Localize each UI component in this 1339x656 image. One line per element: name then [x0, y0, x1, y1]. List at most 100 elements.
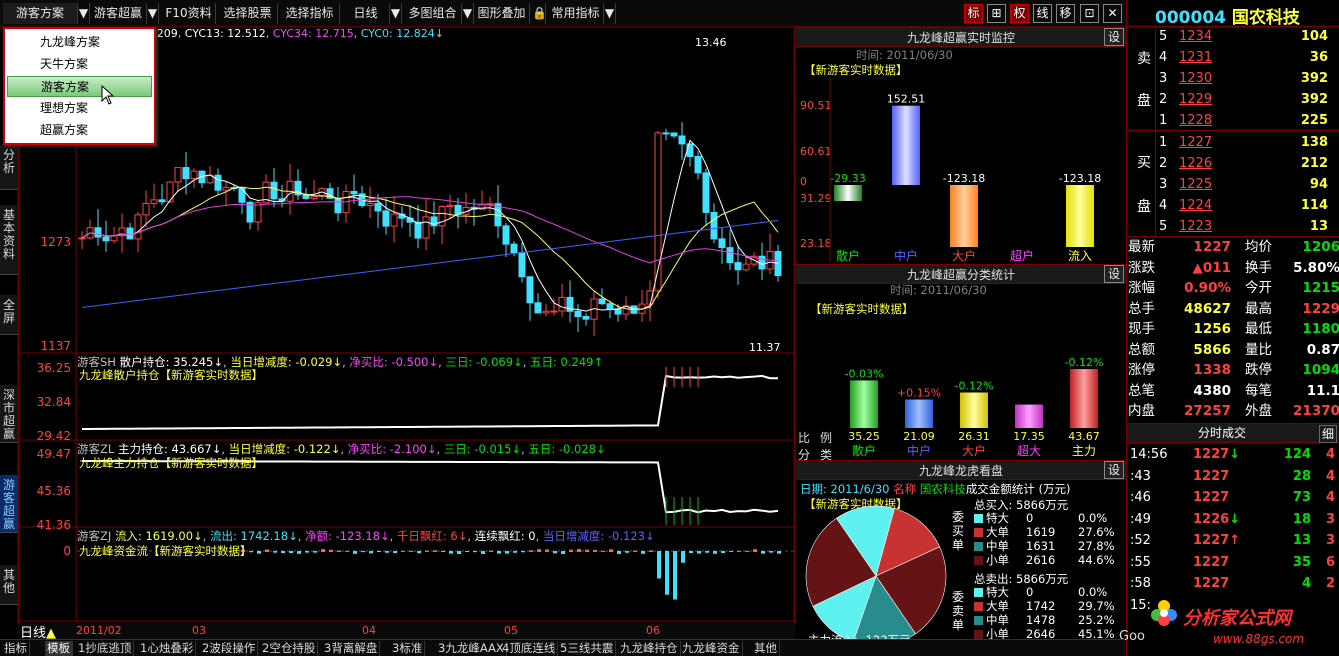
candle-body [510, 243, 518, 254]
menu-item-youke[interactable]: 游客方案 [7, 76, 152, 97]
fund-bar [281, 551, 285, 554]
menu-item-tianniu[interactable]: 天牛方案 [7, 54, 152, 75]
bottom-tab[interactable]: 九龙峰持仓 [618, 641, 681, 656]
order-volume: 94 [1309, 177, 1328, 192]
tiger-row-pct: 0.0% [1078, 585, 1108, 599]
menu-item-lixiang[interactable]: 理想方案 [7, 98, 152, 119]
select-indicator-button[interactable]: 选择指标 [280, 3, 340, 24]
plan-menu-button[interactable]: 游客方案 [3, 3, 78, 24]
super-chevron-icon[interactable]: ▼ [147, 3, 159, 24]
bottom-tab[interactable]: 3背离解盘 [322, 641, 381, 656]
lock-icon[interactable]: 🔒 [532, 3, 547, 24]
bottom-tab[interactable]: 1抄底逃顶 [76, 641, 135, 656]
bottom-tab[interactable]: 3标准 [390, 641, 426, 656]
bottom-tab[interactable]: 3九龙峰AAX [436, 641, 507, 656]
multi-chevron-icon[interactable]: ▼ [462, 3, 474, 24]
bottom-tab[interactable]: 九龙峰资金 [680, 641, 743, 656]
period-button[interactable]: 日线 [342, 3, 390, 24]
rights-icon[interactable]: 权 [1010, 4, 1029, 23]
candle-body [422, 216, 430, 239]
ticks-detail-button[interactable]: 细 [1319, 425, 1337, 443]
bottom-tab[interactable]: 2空仓持股 [260, 641, 319, 656]
tiger-row-pct: 44.6% [1078, 553, 1115, 567]
fund-bar [689, 551, 693, 554]
bottom-tab[interactable]: 指标 [2, 641, 30, 656]
bottom-tab[interactable]: 5三线共震 [558, 641, 617, 656]
menu-item-chaoying[interactable]: 超赢方案 [7, 120, 152, 141]
zl-netbuy: 净买比: -2.100↓ [347, 442, 437, 456]
tab-other[interactable]: 其他 [0, 565, 18, 605]
monitor-chart: 90.51 60.61 0 31.29 23.18 -29.33 散户 152.51 中户 -12… [800, 77, 1101, 263]
stat-label: 总笔 [1128, 382, 1155, 399]
monitor-category: 流入 [1068, 249, 1092, 263]
overlay-button[interactable]: 图形叠加 [474, 3, 530, 24]
move-icon[interactable]: 移 [1056, 4, 1075, 23]
order-volume: 392 [1300, 92, 1328, 107]
fund-bar [409, 550, 413, 552]
common-indicator-button[interactable]: 常用指标 [548, 3, 604, 24]
tiger-row-label: 中单 [986, 539, 1009, 553]
tab-basic-info[interactable]: 基本资料 [0, 205, 18, 275]
tick-count: 3 [1325, 533, 1335, 548]
tick-volume: 124 [1283, 447, 1311, 462]
fund-bar [705, 551, 709, 553]
tick-time: :46 [1130, 490, 1151, 505]
tab-analysis[interactable]: 分析 [0, 145, 18, 190]
bottom-tab[interactable]: 其他 [752, 641, 780, 656]
multi-chart-button[interactable]: 多图组合 [404, 3, 462, 24]
bottom-tab[interactable]: 模板 [45, 641, 73, 656]
fund-bar [593, 549, 597, 552]
classify-category: 散户 [852, 443, 876, 458]
stat-label: 涨跌 [1128, 259, 1155, 276]
fund-bar [697, 551, 701, 554]
fund-bar [761, 551, 765, 554]
candle-body [270, 181, 278, 200]
classify-value: 21.09 [903, 430, 935, 443]
order-volume: 392 [1300, 71, 1328, 86]
order-price: 1230 [1179, 71, 1213, 86]
f10-button[interactable]: F10资料 [162, 3, 216, 24]
select-stock-button[interactable]: 选择股票 [218, 3, 278, 24]
fund-bar [305, 551, 309, 553]
tab-shenzhen-superwin[interactable]: 深市超赢 [0, 385, 18, 443]
fund-bar [665, 551, 669, 595]
sh-5day: 五日: 0.249↑ [530, 355, 604, 369]
bottom-tab[interactable]: 4顶底连线 [500, 641, 559, 656]
mark-icon[interactable]: 标 [964, 4, 983, 23]
line-icon[interactable]: 线 [1033, 4, 1052, 23]
zj-name: 游客ZJ [77, 529, 112, 543]
order-volume: 212 [1300, 156, 1328, 171]
price-tick-high: 1273 [40, 235, 71, 249]
order-level: 2 [1159, 156, 1168, 171]
fund-bar [609, 549, 613, 552]
top-toolbar: 游客方案 ▼ 游客超赢 ▼ F10资料 选择股票 选择指标 日线 ▼ 多图组合 … [0, 0, 1125, 27]
tiger-settings-button[interactable]: 设 [1104, 461, 1124, 479]
fund-bar [673, 551, 677, 600]
candle-body [374, 202, 382, 212]
restore-icon[interactable]: ⊡ [1080, 4, 1099, 23]
stat-value: 1180 [1302, 321, 1339, 337]
period-chevron-icon[interactable]: ▼ [390, 3, 402, 24]
plan-chevron-icon[interactable]: ▼ [78, 3, 90, 24]
tick-time: :52 [1130, 533, 1151, 548]
bottom-tab[interactable]: 2波段操作 [200, 641, 259, 656]
stat-label: 今开 [1245, 280, 1272, 296]
tab-guest-superwin[interactable]: 游客超赢 [0, 475, 18, 533]
stat-value: 21370 [1293, 403, 1339, 419]
classify-change-label: -0.12% [1065, 356, 1104, 369]
zl-subtitle: 九龙峰主力持仓【新游客实时数据】 [79, 456, 263, 470]
candle-body [518, 252, 526, 278]
quote-stat-row: 涨跌 ▲011 换手 5.80% [1127, 258, 1339, 278]
super-win-button[interactable]: 游客超赢 [90, 3, 147, 24]
tick-count: 4 [1325, 468, 1335, 484]
fund-bar [577, 549, 581, 552]
fund-bar [481, 551, 485, 554]
tab-fullscreen[interactable]: 全屏 [0, 295, 18, 335]
stat-label: 涨幅 [1128, 280, 1155, 296]
common-chevron-icon[interactable]: ▼ [604, 3, 616, 24]
menu-item-jiulongfeng[interactable]: 九龙峰方案 [7, 32, 152, 53]
close-icon[interactable]: ✕ [1103, 4, 1122, 23]
bottom-tab[interactable]: 1心烛叠彩 [138, 641, 197, 656]
candle-body [158, 199, 166, 203]
grid-icon[interactable]: ⊞ [987, 4, 1006, 23]
